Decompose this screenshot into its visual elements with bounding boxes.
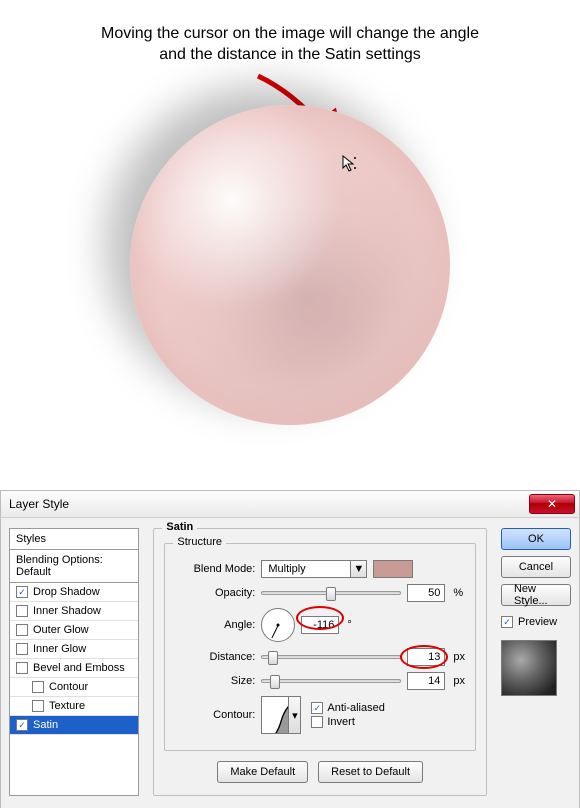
canvas-area: Moving the cursor on the image will chan… [0, 0, 580, 490]
opacity-label: Opacity: [175, 587, 255, 599]
angle-needle-icon [272, 625, 279, 638]
blending-options-row[interactable]: Blending Options: Default [10, 550, 138, 583]
style-row-drop-shadow[interactable]: Drop Shadow [10, 583, 138, 602]
reset-default-button[interactable]: Reset to Default [318, 761, 423, 783]
anti-aliased-checkbox[interactable]: Anti-aliased [311, 702, 384, 714]
caption-line-2: and the distance in the Satin settings [159, 46, 421, 63]
preview-label: Preview [518, 616, 557, 628]
blend-mode-value: Multiply [262, 563, 350, 575]
layer-style-dialog: Layer Style ✕ Styles Blending Options: D… [0, 490, 580, 808]
checkbox-icon[interactable] [16, 605, 28, 617]
dialog-right-column: OK Cancel New Style... Preview [501, 528, 571, 796]
blend-mode-row: Blend Mode: Multiply ▼ [175, 560, 465, 578]
distance-input[interactable]: 13 [407, 648, 445, 666]
color-swatch[interactable] [373, 560, 413, 578]
cancel-button[interactable]: Cancel [501, 556, 571, 578]
style-row-texture[interactable]: Texture [10, 697, 138, 716]
angle-wheel[interactable] [261, 608, 295, 642]
ok-button[interactable]: OK [501, 528, 571, 550]
checkbox-icon[interactable] [16, 643, 28, 655]
checkbox-icon[interactable] [16, 662, 28, 674]
style-label: Texture [49, 700, 85, 712]
style-label: Contour [49, 681, 88, 693]
titlebar[interactable]: Layer Style ✕ [0, 490, 580, 518]
distance-slider[interactable] [261, 655, 401, 659]
style-row-bevel-emboss[interactable]: Bevel and Emboss [10, 659, 138, 678]
make-default-button[interactable]: Make Default [217, 761, 308, 783]
style-label: Outer Glow [33, 624, 89, 636]
sphere-preview[interactable] [130, 105, 450, 425]
contour-row: Contour: ▾ Anti-aliased Invert [175, 696, 465, 734]
opacity-row: Opacity: 50 % [175, 584, 465, 602]
structure-title: Structure [173, 536, 226, 548]
opacity-slider[interactable] [261, 591, 401, 595]
size-label: Size: [175, 675, 255, 687]
style-label: Bevel and Emboss [33, 662, 125, 674]
opacity-input[interactable]: 50 [407, 584, 445, 602]
style-row-outer-glow[interactable]: Outer Glow [10, 621, 138, 640]
dialog-title: Layer Style [9, 497, 69, 511]
checkbox-icon [501, 616, 513, 628]
style-row-satin[interactable]: Satin [10, 716, 138, 735]
px-unit: px [451, 651, 465, 663]
style-row-inner-glow[interactable]: Inner Glow [10, 640, 138, 659]
slider-thumb-icon[interactable] [270, 675, 280, 689]
style-row-inner-shadow[interactable]: Inner Shadow [10, 602, 138, 621]
checkbox-icon[interactable] [16, 624, 28, 636]
checkbox-icon[interactable] [32, 700, 44, 712]
satin-group: Satin Structure Blend Mode: Multiply ▼ O… [153, 528, 487, 796]
blend-mode-label: Blend Mode: [175, 563, 255, 575]
dialog-body: Styles Blending Options: Default Drop Sh… [0, 518, 580, 808]
style-label: Inner Glow [33, 643, 86, 655]
style-label: Inner Shadow [33, 605, 101, 617]
px-unit: px [451, 675, 465, 687]
styles-header[interactable]: Styles [10, 529, 138, 550]
checkbox-icon[interactable] [16, 586, 28, 598]
degree-unit: ° [345, 619, 351, 631]
distance-label: Distance: [175, 651, 255, 663]
checkbox-icon [311, 716, 323, 728]
caption-line-1: Moving the cursor on the image will chan… [101, 25, 479, 42]
blend-mode-select[interactable]: Multiply ▼ [261, 560, 367, 578]
style-row-contour[interactable]: Contour [10, 678, 138, 697]
preview-checkbox[interactable]: Preview [501, 616, 571, 628]
contour-label: Contour: [175, 709, 255, 721]
checkbox-icon[interactable] [16, 719, 28, 731]
satin-panel: Satin Structure Blend Mode: Multiply ▼ O… [153, 528, 487, 796]
close-icon: ✕ [547, 497, 557, 511]
preview-thumbnail [501, 640, 557, 696]
close-button[interactable]: ✕ [529, 494, 575, 514]
size-input[interactable]: 14 [407, 672, 445, 690]
style-label: Satin [33, 719, 58, 731]
angle-row: Angle: -116 ° [175, 608, 465, 642]
satin-group-title: Satin [162, 521, 197, 533]
angle-label: Angle: [175, 619, 255, 631]
structure-group: Structure Blend Mode: Multiply ▼ Opacity… [164, 543, 476, 751]
defaults-row: Make Default Reset to Default [164, 761, 476, 783]
style-label: Drop Shadow [33, 586, 100, 598]
chevron-down-icon: ▾ [288, 697, 300, 733]
invert-label: Invert [327, 716, 355, 728]
checkbox-icon [311, 702, 323, 714]
styles-list: Styles Blending Options: Default Drop Sh… [9, 528, 139, 796]
chevron-down-icon: ▼ [350, 561, 366, 577]
contour-picker[interactable]: ▾ [261, 696, 301, 734]
invert-checkbox[interactable]: Invert [311, 716, 384, 728]
slider-thumb-icon[interactable] [268, 651, 278, 665]
angle-center-dot [277, 624, 280, 627]
size-slider[interactable] [261, 679, 401, 683]
contour-options: Anti-aliased Invert [311, 702, 384, 728]
anti-aliased-label: Anti-aliased [327, 702, 384, 714]
new-style-button[interactable]: New Style... [501, 584, 571, 606]
slider-thumb-icon[interactable] [326, 587, 336, 601]
size-row: Size: 14 px [175, 672, 465, 690]
move-cursor-icon [342, 155, 360, 173]
percent-unit: % [451, 587, 463, 599]
checkbox-icon[interactable] [32, 681, 44, 693]
distance-row: Distance: 13 px [175, 648, 465, 666]
instruction-caption: Moving the cursor on the image will chan… [0, 24, 580, 66]
angle-input[interactable]: -116 [301, 616, 339, 634]
